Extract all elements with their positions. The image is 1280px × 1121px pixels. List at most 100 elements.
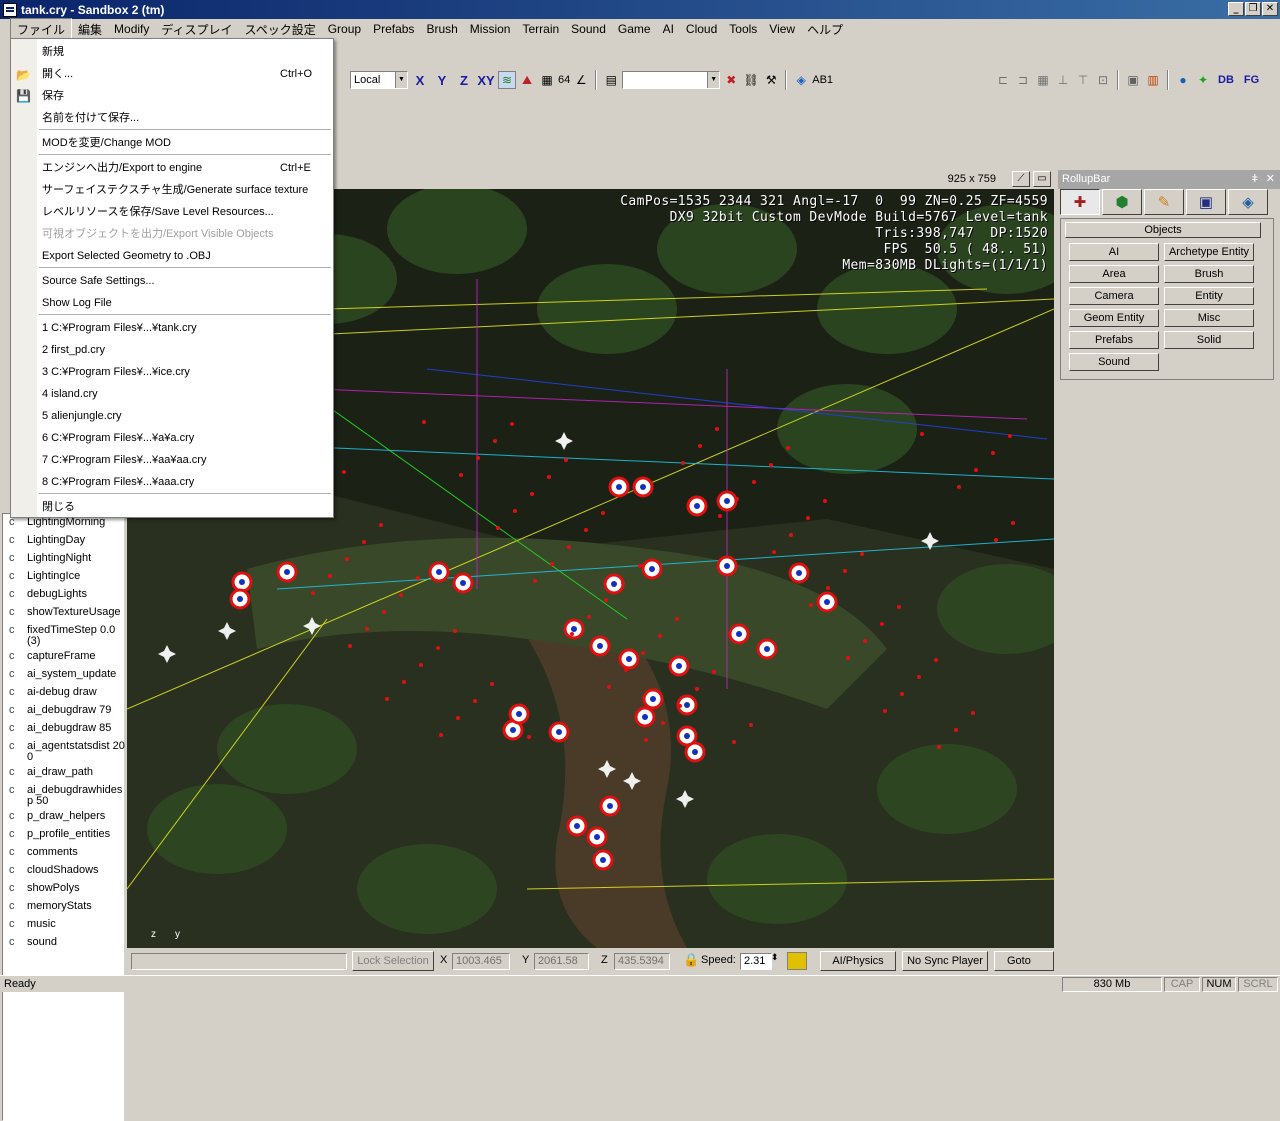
z-coordinate-field[interactable]: 435.5394 xyxy=(614,953,670,970)
modify-tab-icon[interactable]: ✎ xyxy=(1144,189,1184,215)
file-menu-item[interactable]: レベルリソースを保存/Save Level Resources... xyxy=(42,205,332,219)
file-menu-item[interactable]: 新規 xyxy=(42,45,332,59)
terrain-tab-icon[interactable]: ⬢ xyxy=(1102,189,1142,215)
x-coordinate-field[interactable]: 1003.465 xyxy=(452,953,510,970)
menu-tools[interactable]: Tools xyxy=(723,20,763,38)
cvar-item[interactable]: c LightingDay xyxy=(9,535,125,546)
object-type-entity-button[interactable]: Entity xyxy=(1164,287,1254,305)
cvar-item[interactable]: c sound xyxy=(9,937,125,948)
object-type-brush-button[interactable]: Brush xyxy=(1164,265,1254,283)
cvar-item[interactable]: c ai-debug draw xyxy=(9,687,125,698)
cvar-item[interactable]: c p_draw_helpers xyxy=(9,811,125,822)
file-menu-item[interactable]: 開く... Ctrl+O xyxy=(42,67,332,81)
file-menu-item[interactable]: エンジンへ出力/Export to engine Ctrl+E xyxy=(42,161,332,175)
lock-icon[interactable]: 🔒 xyxy=(683,952,699,968)
coord-system-combo[interactable]: Local ▼ xyxy=(350,71,408,89)
database-button[interactable]: DB xyxy=(1218,74,1234,86)
grid-snap-icon[interactable]: ▦ xyxy=(538,71,556,89)
y-coordinate-field[interactable]: 2061.58 xyxy=(534,953,589,970)
close-button[interactable]: ✕ xyxy=(1262,2,1278,16)
menu-cloud[interactable]: Cloud xyxy=(680,20,723,38)
menu-brush[interactable]: Brush xyxy=(420,20,463,38)
cvar-item[interactable]: c ai_debugdraw 85 xyxy=(9,723,125,734)
pin-icon[interactable]: ǂ xyxy=(1252,170,1258,189)
character-icon[interactable]: ✦ xyxy=(1194,71,1212,89)
object-type-prefabs-button[interactable]: Prefabs xyxy=(1069,331,1159,349)
menu-sound[interactable]: Sound xyxy=(565,20,612,38)
objects-header[interactable]: Objects xyxy=(1065,222,1261,238)
axis-x-button[interactable]: X xyxy=(410,73,430,88)
drop-icon[interactable]: ⊡ xyxy=(1094,71,1112,89)
file-menu-item[interactable]: 保存 xyxy=(42,89,332,103)
object-type-geom-entity-button[interactable]: Geom Entity xyxy=(1069,309,1159,327)
axis-y-button[interactable]: Y xyxy=(432,73,452,88)
globe-icon[interactable]: ● xyxy=(1174,71,1192,89)
file-menu-item[interactable]: 4 island.cry xyxy=(42,387,332,401)
goto-position-button[interactable]: Goto posi xyxy=(994,951,1054,971)
file-menu-item[interactable]: Export Selected Geometry to .OBJ xyxy=(42,249,332,263)
menu-group[interactable]: Group xyxy=(322,20,367,38)
menu-help[interactable]: ヘルプ xyxy=(801,19,849,40)
menu-mission[interactable]: Mission xyxy=(464,20,517,38)
cvar-item[interactable]: c ai_debugdrawhidesp 50 xyxy=(9,785,125,807)
layer-label[interactable]: AB1 xyxy=(812,74,833,86)
cvar-item[interactable]: c fixedTimeStep 0.0(3) xyxy=(9,625,125,647)
viewport-maximize-icon[interactable]: ▭ xyxy=(1033,171,1051,187)
speed-field[interactable]: 2.31 xyxy=(740,953,772,970)
speed-spinner-icon[interactable]: ⬍ xyxy=(771,952,779,963)
file-menu-item[interactable]: 2 first_pd.cry xyxy=(42,343,332,357)
minimize-button[interactable]: _ xyxy=(1228,2,1244,16)
cvar-item[interactable]: c ai_draw_path xyxy=(9,767,125,778)
no-sync-player-button[interactable]: No Sync Player xyxy=(902,951,988,971)
file-menu-item[interactable]: Show Log File xyxy=(42,296,332,310)
cvar-list[interactable]: c LightingMorning c LightingDay c LightingNig… xyxy=(2,513,125,1121)
cvar-item[interactable]: c ai_debugdraw 79 xyxy=(9,705,125,716)
align-to-grid-icon[interactable]: ⊐ xyxy=(1014,71,1032,89)
snap-to-object-icon[interactable]: ⛰ xyxy=(518,71,536,89)
select-by-name-icon[interactable]: ▤ xyxy=(602,71,620,89)
layers-icon[interactable]: ◈ xyxy=(792,71,810,89)
cvar-item[interactable]: c debugLights xyxy=(9,589,125,600)
objects-tab-icon[interactable]: ✚ xyxy=(1060,189,1100,215)
object-type-area-button[interactable]: Area xyxy=(1069,265,1159,283)
snap-value[interactable]: 64 xyxy=(558,74,570,86)
axis-z-button[interactable]: Z xyxy=(454,73,474,88)
menu-ai[interactable]: AI xyxy=(657,20,680,38)
grid-icon[interactable]: ▦ xyxy=(1034,71,1052,89)
cvar-item[interactable]: c LightingIce xyxy=(9,571,125,582)
close-icon[interactable]: ✕ xyxy=(1266,170,1275,189)
terrain-align-icon[interactable]: ⊥ xyxy=(1054,71,1072,89)
unlink-icon[interactable]: ⚒ xyxy=(762,71,780,89)
flowgraph-button[interactable]: FG xyxy=(1244,74,1259,86)
viewport-options-icon[interactable]: ⟋ xyxy=(1012,171,1030,187)
object-type-solid-button[interactable]: Solid xyxy=(1164,331,1254,349)
terrain-follow-icon[interactable]: ≋ xyxy=(498,71,516,89)
file-menu-item[interactable]: 名前を付けて保存... xyxy=(42,111,332,125)
file-menu-item[interactable]: MODを変更/Change MOD xyxy=(42,136,332,150)
cvar-item[interactable]: c cloudShadows xyxy=(9,865,125,876)
menu-spec[interactable]: スペック設定 xyxy=(239,19,322,40)
cvar-item[interactable]: c showTextureUsage xyxy=(9,607,125,618)
maximize-button[interactable]: ❐ xyxy=(1245,2,1261,16)
file-menu-item[interactable]: 5 alienjungle.cry xyxy=(42,409,332,423)
ai-physics-button[interactable]: AI/Physics xyxy=(820,951,896,971)
display-tab-icon[interactable]: ▣ xyxy=(1186,189,1226,215)
track-view-icon[interactable]: ▥ xyxy=(1144,71,1162,89)
cvar-item[interactable]: c showPolys xyxy=(9,883,125,894)
cvar-item[interactable]: c ai_agentstatsdist 200 xyxy=(9,741,125,763)
cvar-item[interactable]: c captureFrame xyxy=(9,651,125,662)
object-type-misc-button[interactable]: Misc xyxy=(1164,309,1254,327)
menu-prefabs[interactable]: Prefabs xyxy=(367,20,420,38)
menu-display[interactable]: ディスプレイ xyxy=(155,19,238,40)
material-editor-icon[interactable]: ▣ xyxy=(1124,71,1142,89)
cvar-item[interactable]: c memoryStats xyxy=(9,901,125,912)
file-menu-item[interactable]: 1 C:¥Program Files¥...¥tank.cry xyxy=(42,321,332,335)
app-icon[interactable] xyxy=(3,2,17,17)
object-align-icon[interactable]: ⊤ xyxy=(1074,71,1092,89)
object-type-camera-button[interactable]: Camera xyxy=(1069,287,1159,305)
cvar-item[interactable]: c ai_system_update xyxy=(9,669,125,680)
menu-modify[interactable]: Modify xyxy=(108,20,155,38)
lock-selection-button[interactable]: Lock Selection xyxy=(352,951,434,971)
menu-terrain[interactable]: Terrain xyxy=(516,20,565,38)
cvar-item[interactable]: c LightingMorning xyxy=(9,517,125,528)
